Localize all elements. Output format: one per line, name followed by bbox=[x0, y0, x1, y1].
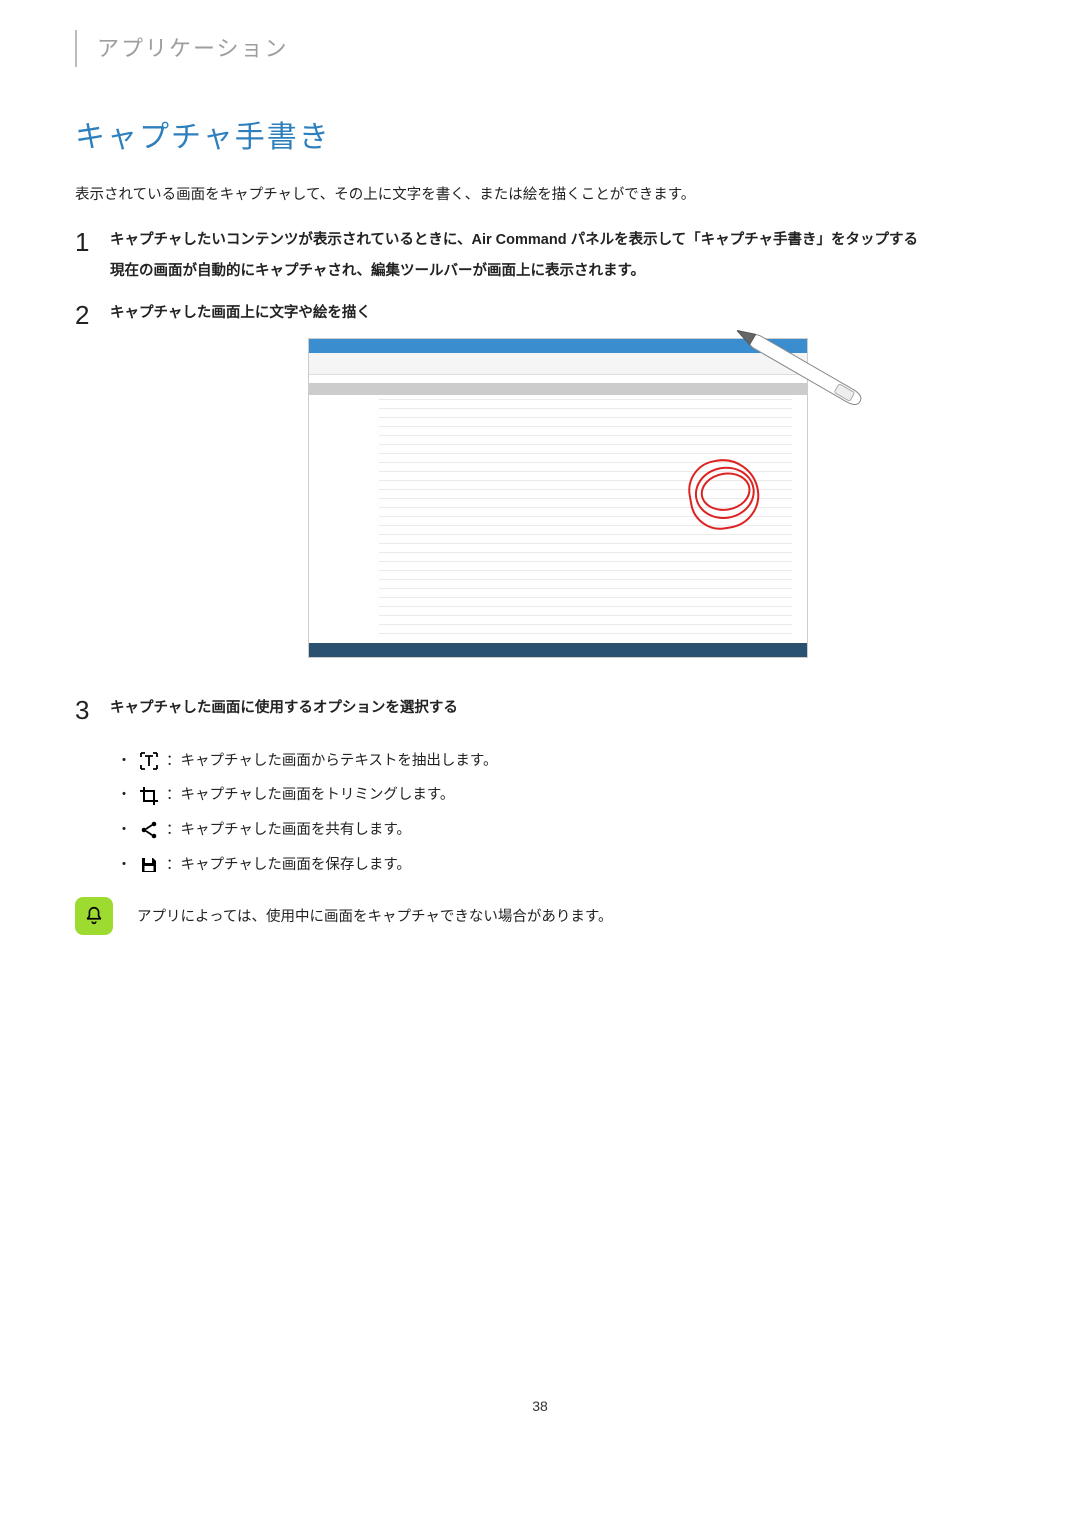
bullet: ・ bbox=[110, 749, 138, 774]
intro-text: 表示されている画面をキャプチャして、その上に文字を書く、または絵を描くことができ… bbox=[75, 183, 1005, 208]
note-bell-icon bbox=[75, 897, 113, 935]
editing-toolbar bbox=[309, 353, 807, 375]
option-text: ：キャプチャした画面からテキストを抽出します。 bbox=[166, 749, 497, 774]
breadcrumb: アプリケーション bbox=[75, 30, 1005, 67]
step-title: キャプチャしたいコンテンツが表示されているときに、Air Command パネル… bbox=[110, 228, 1005, 253]
bullet: ・ bbox=[110, 783, 138, 808]
step-number: 2 bbox=[75, 301, 110, 678]
step-2: 2 キャプチャした画面上に文字や絵を描く bbox=[75, 301, 1005, 678]
options-list: ・ ：キャプチャした画面からテキストを抽出します。 ・ ：キャプチャした画面をト… bbox=[110, 749, 1005, 878]
bullet: ・ bbox=[110, 818, 138, 843]
step-body: キャプチャした画面上に文字や絵を描く bbox=[110, 301, 1005, 678]
page-number: 38 bbox=[75, 1395, 1005, 1419]
window-titlebar bbox=[309, 339, 807, 353]
option-text: ：キャプチャした画面を保存します。 bbox=[166, 853, 411, 878]
share-icon bbox=[138, 819, 160, 841]
extract-text-icon bbox=[138, 750, 160, 772]
option-share: ・ ：キャプチャした画面を共有します。 bbox=[110, 818, 1005, 843]
page-title: キャプチャ手書き bbox=[75, 112, 1005, 163]
option-text: ：キャプチャした画面を共有します。 bbox=[166, 818, 411, 843]
option-extract-text: ・ ：キャプチャした画面からテキストを抽出します。 bbox=[110, 749, 1005, 774]
windows-taskbar bbox=[309, 643, 807, 657]
screenshot-illustration bbox=[308, 338, 808, 658]
option-text: ：キャプチャした画面をトリミングします。 bbox=[166, 783, 454, 808]
option-crop: ・ ：キャプチャした画面をトリミングします。 bbox=[110, 783, 1005, 808]
note-text: アプリによっては、使用中に画面をキャプチャできない場合があります。 bbox=[137, 897, 612, 930]
crop-icon bbox=[138, 785, 160, 807]
step-body: キャプチャした画面に使用するオプションを選択する bbox=[110, 696, 1005, 731]
step-title: キャプチャした画面に使用するオプションを選択する bbox=[110, 696, 1005, 721]
step-body: キャプチャしたいコンテンツが表示されているときに、Air Command パネル… bbox=[110, 228, 1005, 283]
save-icon bbox=[138, 854, 160, 876]
browser-urlbar bbox=[309, 383, 807, 395]
step-title: キャプチャした画面上に文字や絵を描く bbox=[110, 301, 1005, 326]
step-1: 1 キャプチャしたいコンテンツが表示されているときに、Air Command パ… bbox=[75, 228, 1005, 283]
option-save: ・ ：キャプチャした画面を保存します。 bbox=[110, 853, 1005, 878]
step-sub: 現在の画面が自動的にキャプチャされ、編集ツールバーが画面上に表示されます。 bbox=[110, 259, 1005, 284]
steps-list: 1 キャプチャしたいコンテンツが表示されているときに、Air Command パ… bbox=[75, 228, 1005, 877]
step-number: 3 bbox=[75, 696, 110, 731]
step-number: 1 bbox=[75, 228, 110, 283]
step-3: 3 キャプチャした画面に使用するオプションを選択する bbox=[75, 696, 1005, 731]
bullet: ・ bbox=[110, 853, 138, 878]
note-block: アプリによっては、使用中に画面をキャプチャできない場合があります。 bbox=[75, 897, 1005, 935]
